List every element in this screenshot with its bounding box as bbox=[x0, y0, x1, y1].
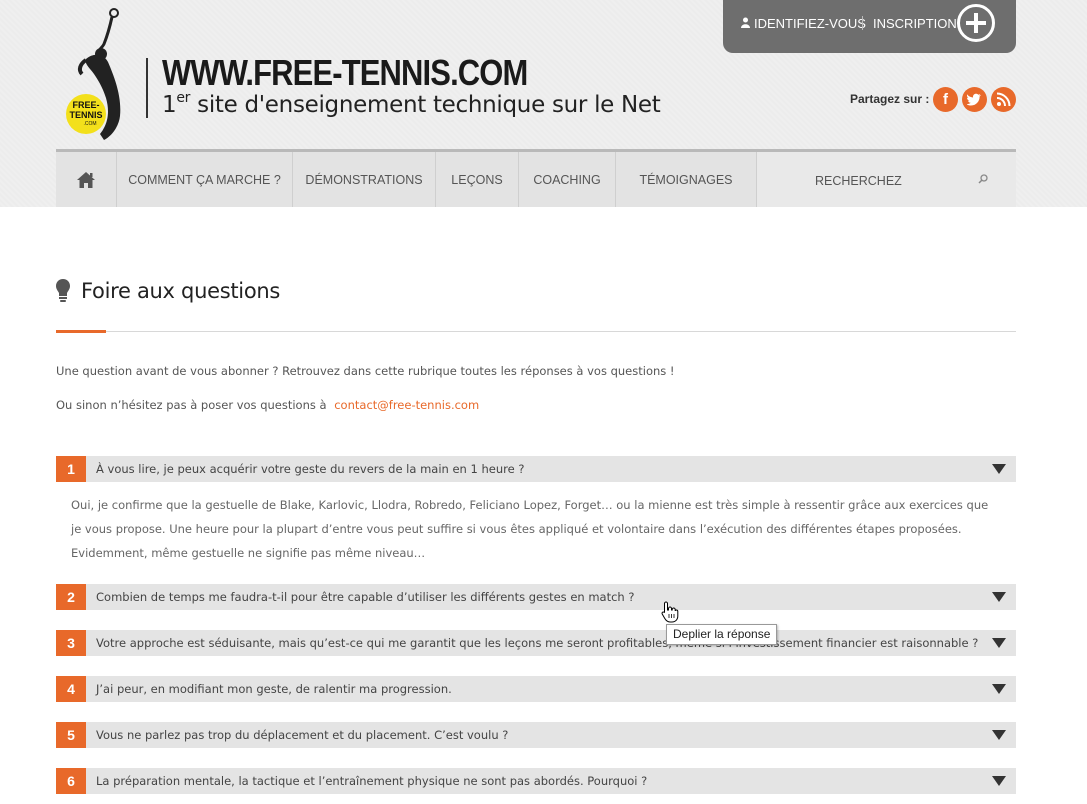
triangle-down-icon[interactable] bbox=[992, 638, 1006, 648]
faq-question[interactable]: J’ai peur, en modifiant mon geste, de ra… bbox=[96, 682, 452, 696]
faq-question[interactable]: Vous ne parlez pas trop du déplacement e… bbox=[96, 728, 508, 742]
home-icon bbox=[77, 171, 95, 188]
faq-item-3[interactable]: 3 Votre approche est séduisante, mais qu… bbox=[56, 630, 1016, 656]
twitter-icon[interactable] bbox=[962, 87, 987, 112]
svg-text:TENNIS: TENNIS bbox=[69, 110, 102, 120]
nav-demonstrations[interactable]: DÉMONSTRATIONS bbox=[293, 152, 436, 207]
faq-question[interactable]: La préparation mentale, la tactique et l… bbox=[96, 774, 647, 788]
nav-home[interactable] bbox=[56, 152, 117, 207]
svg-text:.COM: .COM bbox=[83, 121, 96, 127]
register-link[interactable]: INSCRIPTION bbox=[873, 16, 957, 31]
facebook-icon[interactable]: f bbox=[933, 87, 958, 112]
account-separator bbox=[862, 16, 863, 30]
nav-coaching[interactable]: COACHING bbox=[519, 152, 616, 207]
search-input[interactable]: RECHERCHEZ bbox=[815, 174, 902, 188]
triangle-down-icon[interactable] bbox=[992, 592, 1006, 602]
faq-item-2[interactable]: 2 Combien de temps me faudra-t-il pour ê… bbox=[56, 584, 1016, 610]
faq-item-6[interactable]: 6 La préparation mentale, la tactique et… bbox=[56, 768, 1016, 794]
triangle-down-icon[interactable] bbox=[992, 730, 1006, 740]
faq-number: 2 bbox=[56, 584, 86, 610]
faq-number: 6 bbox=[56, 768, 86, 794]
plus-icon[interactable] bbox=[957, 4, 995, 42]
hand-cursor-icon bbox=[661, 601, 679, 623]
faq-question[interactable]: Votre approche est séduisante, mais qu’e… bbox=[96, 636, 978, 650]
triangle-down-icon[interactable] bbox=[992, 464, 1006, 474]
faq-question[interactable]: À vous lire, je peux acquérir votre gest… bbox=[96, 462, 524, 476]
login-link[interactable]: IDENTIFIEZ-VOUS bbox=[740, 16, 866, 31]
site-tagline: 1er site d'enseignement technique sur le… bbox=[162, 90, 661, 118]
nav-lecons[interactable]: LEÇONS bbox=[436, 152, 519, 207]
faq-item-1[interactable]: 1 À vous lire, je peux acquérir votre ge… bbox=[56, 456, 1016, 482]
title-divider bbox=[56, 331, 1016, 332]
page-title: Foire aux questions bbox=[81, 279, 281, 303]
faq-number: 3 bbox=[56, 630, 86, 656]
faq-item-5[interactable]: 5 Vous ne parlez pas trop du déplacement… bbox=[56, 722, 1016, 748]
triangle-down-icon[interactable] bbox=[992, 684, 1006, 694]
faq-item-4[interactable]: 4 J’ai peur, en modifiant mon geste, de … bbox=[56, 676, 1016, 702]
faq-number: 5 bbox=[56, 722, 86, 748]
logo-divider bbox=[146, 58, 148, 118]
faq-number: 4 bbox=[56, 676, 86, 702]
contact-email-link[interactable]: contact@free-tennis.com bbox=[334, 398, 479, 412]
svg-text:FREE-: FREE- bbox=[73, 100, 100, 110]
faq-question[interactable]: Combien de temps me faudra-t-il pour êtr… bbox=[96, 590, 634, 604]
search-box[interactable]: RECHERCHEZ bbox=[756, 152, 1016, 207]
rss-icon[interactable] bbox=[991, 87, 1016, 112]
main-nav: COMMENT ÇA MARCHE ? DÉMONSTRATIONS LEÇON… bbox=[56, 149, 1016, 207]
title-accent bbox=[56, 330, 106, 333]
nav-temoignages[interactable]: TÉMOIGNAGES bbox=[616, 152, 756, 207]
faq-answer: Oui, je confirme que la gestuelle de Bla… bbox=[71, 498, 989, 560]
lightbulb-icon bbox=[56, 279, 70, 302]
intro-text: Une question avant de vous abonner ? Ret… bbox=[56, 364, 675, 378]
triangle-down-icon[interactable] bbox=[992, 776, 1006, 786]
nav-comment-ca-marche[interactable]: COMMENT ÇA MARCHE ? bbox=[117, 152, 293, 207]
share-label: Partagez sur : bbox=[850, 92, 930, 106]
tooltip: Deplier la réponse bbox=[666, 624, 778, 645]
free-tennis-logo[interactable]: FREE- TENNIS .COM bbox=[64, 4, 132, 142]
contact-text: Ou sinon n’hésitez pas à poser vos quest… bbox=[56, 398, 480, 412]
site-title[interactable]: WWW.FREE-TENNIS.COM bbox=[162, 52, 528, 94]
faq-number: 1 bbox=[56, 456, 86, 482]
search-icon[interactable] bbox=[978, 174, 988, 184]
